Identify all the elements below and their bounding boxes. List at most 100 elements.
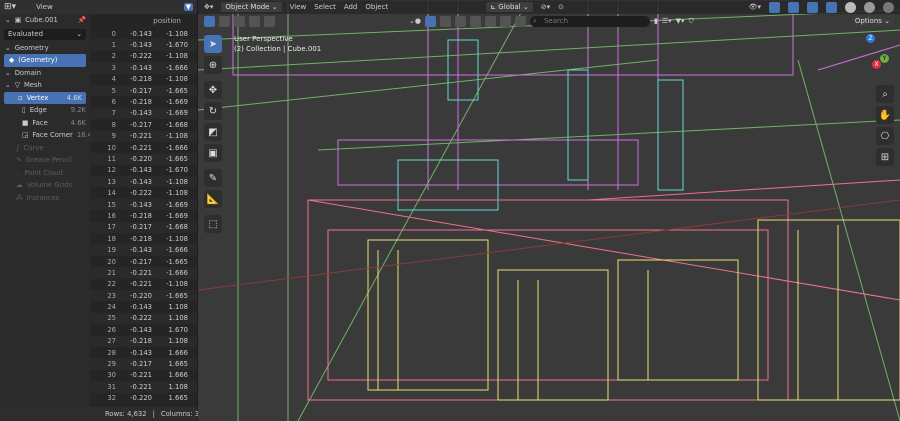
row-index: 14 [107,189,116,198]
table-row: 5 -0.217 -1.665 [90,84,197,97]
transform-tool[interactable]: ▣ [204,144,222,162]
select-new-icon[interactable] [204,15,215,27]
menu-object[interactable]: Object [365,3,388,11]
mesh-icon: ▽ [14,81,20,90]
xray-toggle-icon[interactable] [807,1,818,13]
geometry-item[interactable]: ◆ (Geometry) [4,54,86,67]
row-index: 1 [111,41,116,50]
geometry-icon: ◆ [9,56,15,65]
column-header-position[interactable]: position [90,14,197,28]
chevron-down-icon: ⌄ [5,81,11,90]
add-cube-tool[interactable]: ⬚ [204,215,222,233]
mode-dropdown[interactable]: Object Mode ⌄ [221,2,282,12]
cell-x: -0.218 [130,337,152,346]
color-icon[interactable]: ⌄● [409,17,421,25]
editor-type-icon[interactable]: ✥▾ [204,3,213,11]
select-invert-icon[interactable] [249,15,260,27]
filter-mesh-icon[interactable] [424,15,436,27]
filter-empty-icon[interactable] [499,15,511,27]
cell-x: -0.143 [130,29,152,38]
domain-curve[interactable]: ∫ Curve [0,142,90,155]
menu-select[interactable]: Select [314,3,336,11]
shading-rendered-icon[interactable] [883,1,894,13]
search-input[interactable]: ⌕ Search [529,15,650,27]
domain-vertex[interactable]: ▫ Vertex 4.6K [4,91,86,104]
object-selector[interactable]: ⌄ ▣ Cube.001 📌 [0,14,90,27]
gizmo-toggle-icon[interactable] [769,1,780,13]
domain-edge[interactable]: ▯ Edge 9.2K [0,104,90,117]
row-index: 28 [107,348,116,357]
cell-y: 1.108 [168,314,188,323]
cell-y: 1.108 [168,303,188,312]
domain-instances[interactable]: ⁂ Instances [0,192,90,205]
hand-pan-icon[interactable]: ✋ [876,106,894,124]
funnel-icon[interactable]: ▼▾ [676,17,685,25]
row-index: 24 [107,303,116,312]
rotate-tool[interactable]: ↻ [204,102,222,120]
overlay-toggle-icon[interactable] [788,1,799,13]
geometry-section[interactable]: ⌄ Geometry [0,42,90,55]
cell-x: -0.143 [130,177,152,186]
shading-solid-icon[interactable] [845,1,856,13]
cursor-tool[interactable]: ⊕ [204,56,222,74]
filter-world-icon[interactable] [469,15,481,27]
camera-view-icon[interactable]: ⎔ [876,127,894,145]
mesh-item[interactable]: ⌄ ▽ Mesh [0,79,90,92]
options-dropdown[interactable]: Options ⌄ [850,16,894,26]
editor-type-icon[interactable]: ⊞▾ [4,2,16,12]
filter-other-icon[interactable] [514,15,526,27]
proportional-edit-icon[interactable]: ⊙ [558,3,564,11]
cell-x: -0.220 [130,394,152,403]
grid-view-icon[interactable]: ⊞ [876,148,894,166]
shading-material-icon[interactable] [864,1,875,13]
search-icon: ⌕ [532,16,537,25]
cell-y: -1.669 [166,109,188,118]
table-row: 20 -0.217 -1.665 [90,256,197,267]
cell-x: -0.222 [130,189,152,198]
measure-tool[interactable]: 📐 [204,190,222,208]
shield-icon[interactable]: ⛉ [689,17,694,26]
pin-icon[interactable]: 📌 [78,16,86,24]
scale-tool[interactable]: ◩ [204,123,222,141]
3d-viewport[interactable]: ✥▾ Object Mode ⌄ View Select Add Object … [198,0,900,421]
evaluation-dropdown[interactable]: Evaluated ⌄ [4,28,86,40]
list-icon[interactable]: ☰▾ [662,17,672,25]
domain-volume-grids[interactable]: ☁ Volume Grids [0,179,90,192]
vertex-icon: ▫ [18,93,23,102]
bookmark-icon[interactable]: ▮ [654,17,658,25]
visibility-icon[interactable]: 👁▾ [749,3,761,11]
row-index: 22 [107,280,116,289]
row-index: 18 [107,234,116,243]
navigation-gizmo[interactable]: Z Y X [852,32,892,72]
table-row: 7 -0.143 -1.669 [90,107,197,120]
domain-face-corner[interactable]: ◲Face Corner18.4K [0,129,90,142]
zoom-icon[interactable]: ⌕ [876,85,894,103]
domain-face[interactable]: ■ Face 4.6K [0,117,90,130]
filter-curve-icon[interactable] [439,15,451,27]
annotate-tool[interactable]: ✎ [204,169,222,187]
row-index: 12 [107,166,116,175]
filter-light-icon[interactable] [454,15,466,27]
select-intersect-icon[interactable] [264,15,275,27]
table-row: 30 -0.221 1.666 [90,370,197,381]
menu-add[interactable]: Add [344,3,358,11]
select-box-tool[interactable]: ➤ [204,35,222,53]
shading-wireframe-icon[interactable] [826,1,837,13]
select-extend-icon[interactable] [219,15,230,27]
move-tool[interactable]: ✥ [204,81,222,99]
domain-section[interactable]: ⌄ Domain [0,67,90,80]
menu-view[interactable]: View [290,3,307,11]
orientation-dropdown[interactable]: ⊾ Global ⌄ [486,2,533,12]
view-menu[interactable]: View [36,3,53,11]
select-subtract-icon[interactable] [234,15,245,27]
table-row: 10 -0.221 -1.666 [90,142,197,153]
snap-icon[interactable]: ⊘▾ [541,3,550,11]
domain-grease-pencil[interactable]: ✎ Grease Pencil [0,154,90,167]
filter-icon[interactable]: ▼ [183,3,193,11]
filter-camera-icon[interactable] [484,15,496,27]
spreadsheet-table[interactable]: position 0 -0.143 -1.108 1 -0.143 -1.670 2 -0.2… [90,14,197,407]
cell-y: -1.665 [166,257,188,266]
table-row: 12 -0.143 -1.670 [90,165,197,176]
toolbar: ➤ ⊕ ✥ ↻ ◩ ▣ ✎ 📐 ⬚ [204,35,222,233]
domain-point-cloud[interactable]: ∴ Point Cloud [0,167,90,180]
